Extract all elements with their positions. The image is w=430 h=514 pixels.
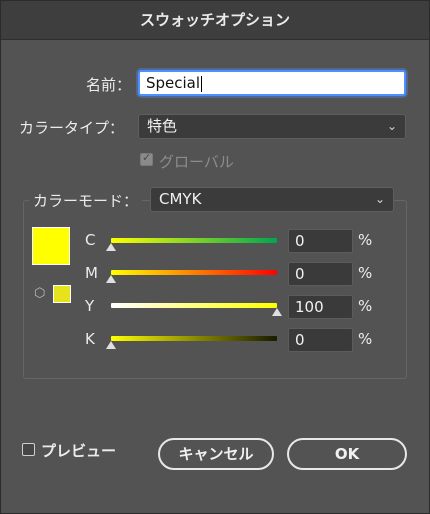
percent-y: % bbox=[358, 297, 373, 315]
input-c[interactable]: 0 bbox=[288, 229, 353, 253]
color-mode-value: CMYK bbox=[159, 190, 202, 208]
dialog-title: スウォッチオプション bbox=[1, 1, 429, 40]
channel-label-m: M bbox=[85, 264, 98, 282]
cancel-button[interactable]: キャンセル bbox=[158, 438, 274, 470]
text-caret bbox=[201, 75, 203, 92]
chevron-down-icon: ⌄ bbox=[386, 119, 397, 133]
channel-label-k: K bbox=[85, 330, 95, 348]
color-mode-label: カラーモード： bbox=[29, 190, 143, 211]
slider-c[interactable] bbox=[111, 238, 277, 243]
input-k[interactable]: 0 bbox=[288, 328, 353, 352]
slider-m[interactable] bbox=[111, 270, 277, 275]
chevron-down-icon: ⌄ bbox=[374, 192, 385, 206]
global-checkbox[interactable]: ✓ bbox=[140, 151, 153, 166]
preview-checkbox[interactable] bbox=[22, 443, 35, 456]
percent-k: % bbox=[358, 330, 373, 348]
slider-k[interactable] bbox=[111, 336, 277, 341]
gamut-swatch[interactable] bbox=[53, 285, 71, 303]
input-m[interactable]: 0 bbox=[288, 262, 353, 286]
slider-thumb-y[interactable] bbox=[272, 308, 282, 316]
slider-thumb-c[interactable] bbox=[106, 243, 116, 251]
slider-y[interactable] bbox=[111, 303, 277, 308]
color-type-dropdown[interactable]: 特色 ⌄ bbox=[138, 114, 406, 139]
preview-label: プレビュー bbox=[41, 442, 117, 460]
percent-c: % bbox=[358, 231, 373, 249]
name-input-value: Special bbox=[146, 74, 201, 92]
global-label: グローバル bbox=[159, 153, 234, 171]
swatch-options-dialog: スウォッチオプション 名前： Special カラータイプ： 特色 ⌄ ✓ グロ… bbox=[0, 0, 430, 514]
channel-label-y: Y bbox=[85, 297, 95, 315]
name-input[interactable]: Special bbox=[138, 70, 406, 96]
color-preview-swatch bbox=[32, 227, 70, 265]
channel-label-c: C bbox=[85, 231, 96, 249]
slider-thumb-k[interactable] bbox=[106, 341, 116, 349]
slider-thumb-m[interactable] bbox=[106, 275, 116, 283]
cube-icon[interactable]: ⬡ bbox=[34, 286, 45, 301]
percent-m: % bbox=[358, 264, 373, 282]
checkmark-icon: ✓ bbox=[142, 151, 152, 164]
name-label: 名前： bbox=[86, 76, 132, 94]
color-mode-group bbox=[23, 200, 407, 379]
ok-button[interactable]: OK bbox=[287, 438, 407, 470]
color-mode-dropdown[interactable]: CMYK ⌄ bbox=[150, 187, 394, 212]
color-type-label: カラータイプ： bbox=[19, 119, 125, 137]
color-type-value: 特色 bbox=[147, 117, 178, 135]
input-y[interactable]: 100 bbox=[288, 295, 353, 319]
